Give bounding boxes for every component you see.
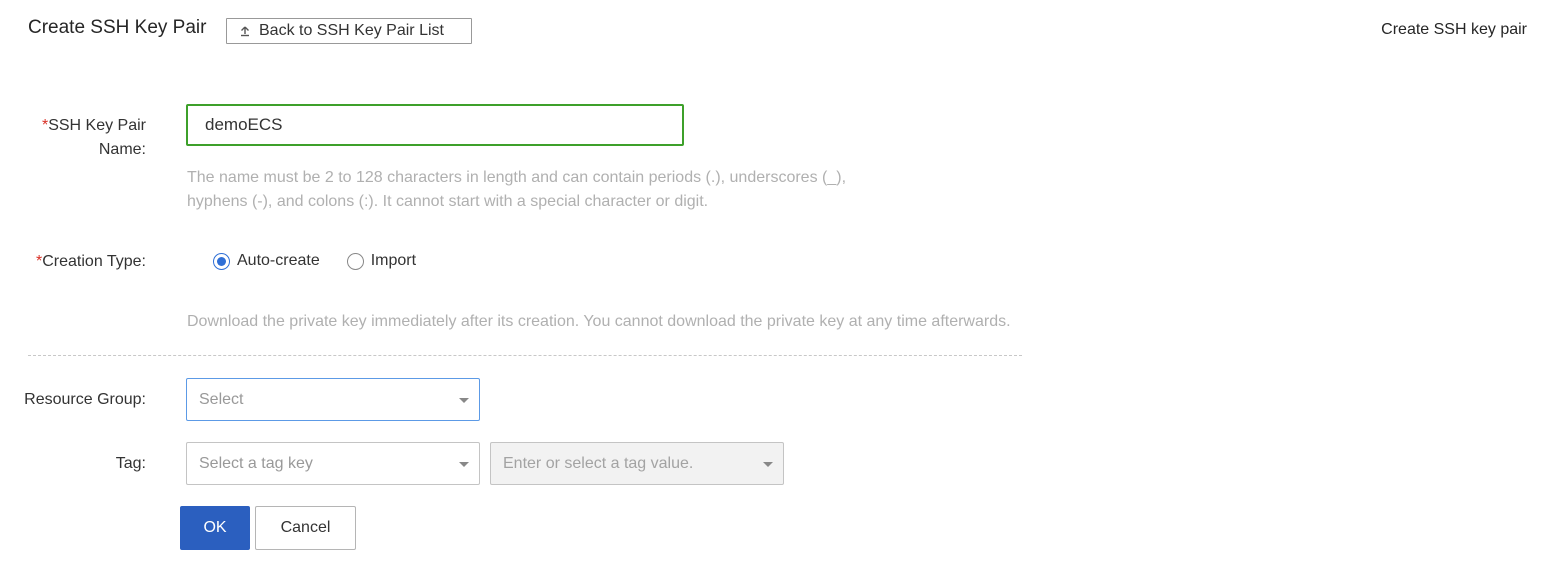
creation-type-label: *Creation Type: — [36, 253, 146, 270]
resource-group-placeholder: Select — [199, 390, 244, 408]
name-label: *SSH Key Pair Name: — [41, 117, 146, 158]
tag-label: Tag: — [115, 455, 146, 472]
create-key-pair-link[interactable]: Create SSH key pair — [1381, 20, 1527, 40]
resource-group-select[interactable]: Select — [186, 378, 480, 421]
creation-type-radio-group: Auto-create Import — [213, 252, 443, 270]
upload-arrow-icon — [239, 25, 251, 37]
tag-key-select[interactable]: Select a tag key — [186, 442, 480, 485]
radio-checked-icon[interactable] — [213, 252, 230, 270]
radio-unchecked-icon[interactable] — [346, 252, 364, 270]
radio-import[interactable]: Import — [346, 252, 416, 270]
tag-value-placeholder: Enter or select a tag value. — [503, 454, 694, 472]
back-button-label: Back to SSH Key Pair List — [259, 22, 444, 39]
caret-down-icon — [763, 462, 773, 467]
tag-value-select[interactable]: Enter or select a tag value. — [490, 442, 784, 485]
name-hint: The name must be 2 to 128 characters in … — [187, 169, 847, 210]
radio-auto-create[interactable]: Auto-create — [213, 252, 320, 270]
caret-down-icon — [459, 462, 469, 467]
caret-down-icon — [459, 398, 469, 403]
creation-type-hint: Download the private key immediately aft… — [187, 313, 1011, 330]
back-to-list-button[interactable]: Back to SSH Key Pair List — [226, 18, 472, 44]
resource-group-label: Resource Group: — [24, 391, 146, 408]
ok-button[interactable]: OK — [180, 506, 250, 550]
cancel-button[interactable]: Cancel — [255, 506, 356, 550]
key-pair-name-input[interactable] — [186, 104, 684, 146]
tag-key-placeholder: Select a tag key — [199, 454, 313, 472]
page-title: Create SSH Key Pair — [28, 17, 207, 38]
section-divider — [28, 355, 1022, 356]
